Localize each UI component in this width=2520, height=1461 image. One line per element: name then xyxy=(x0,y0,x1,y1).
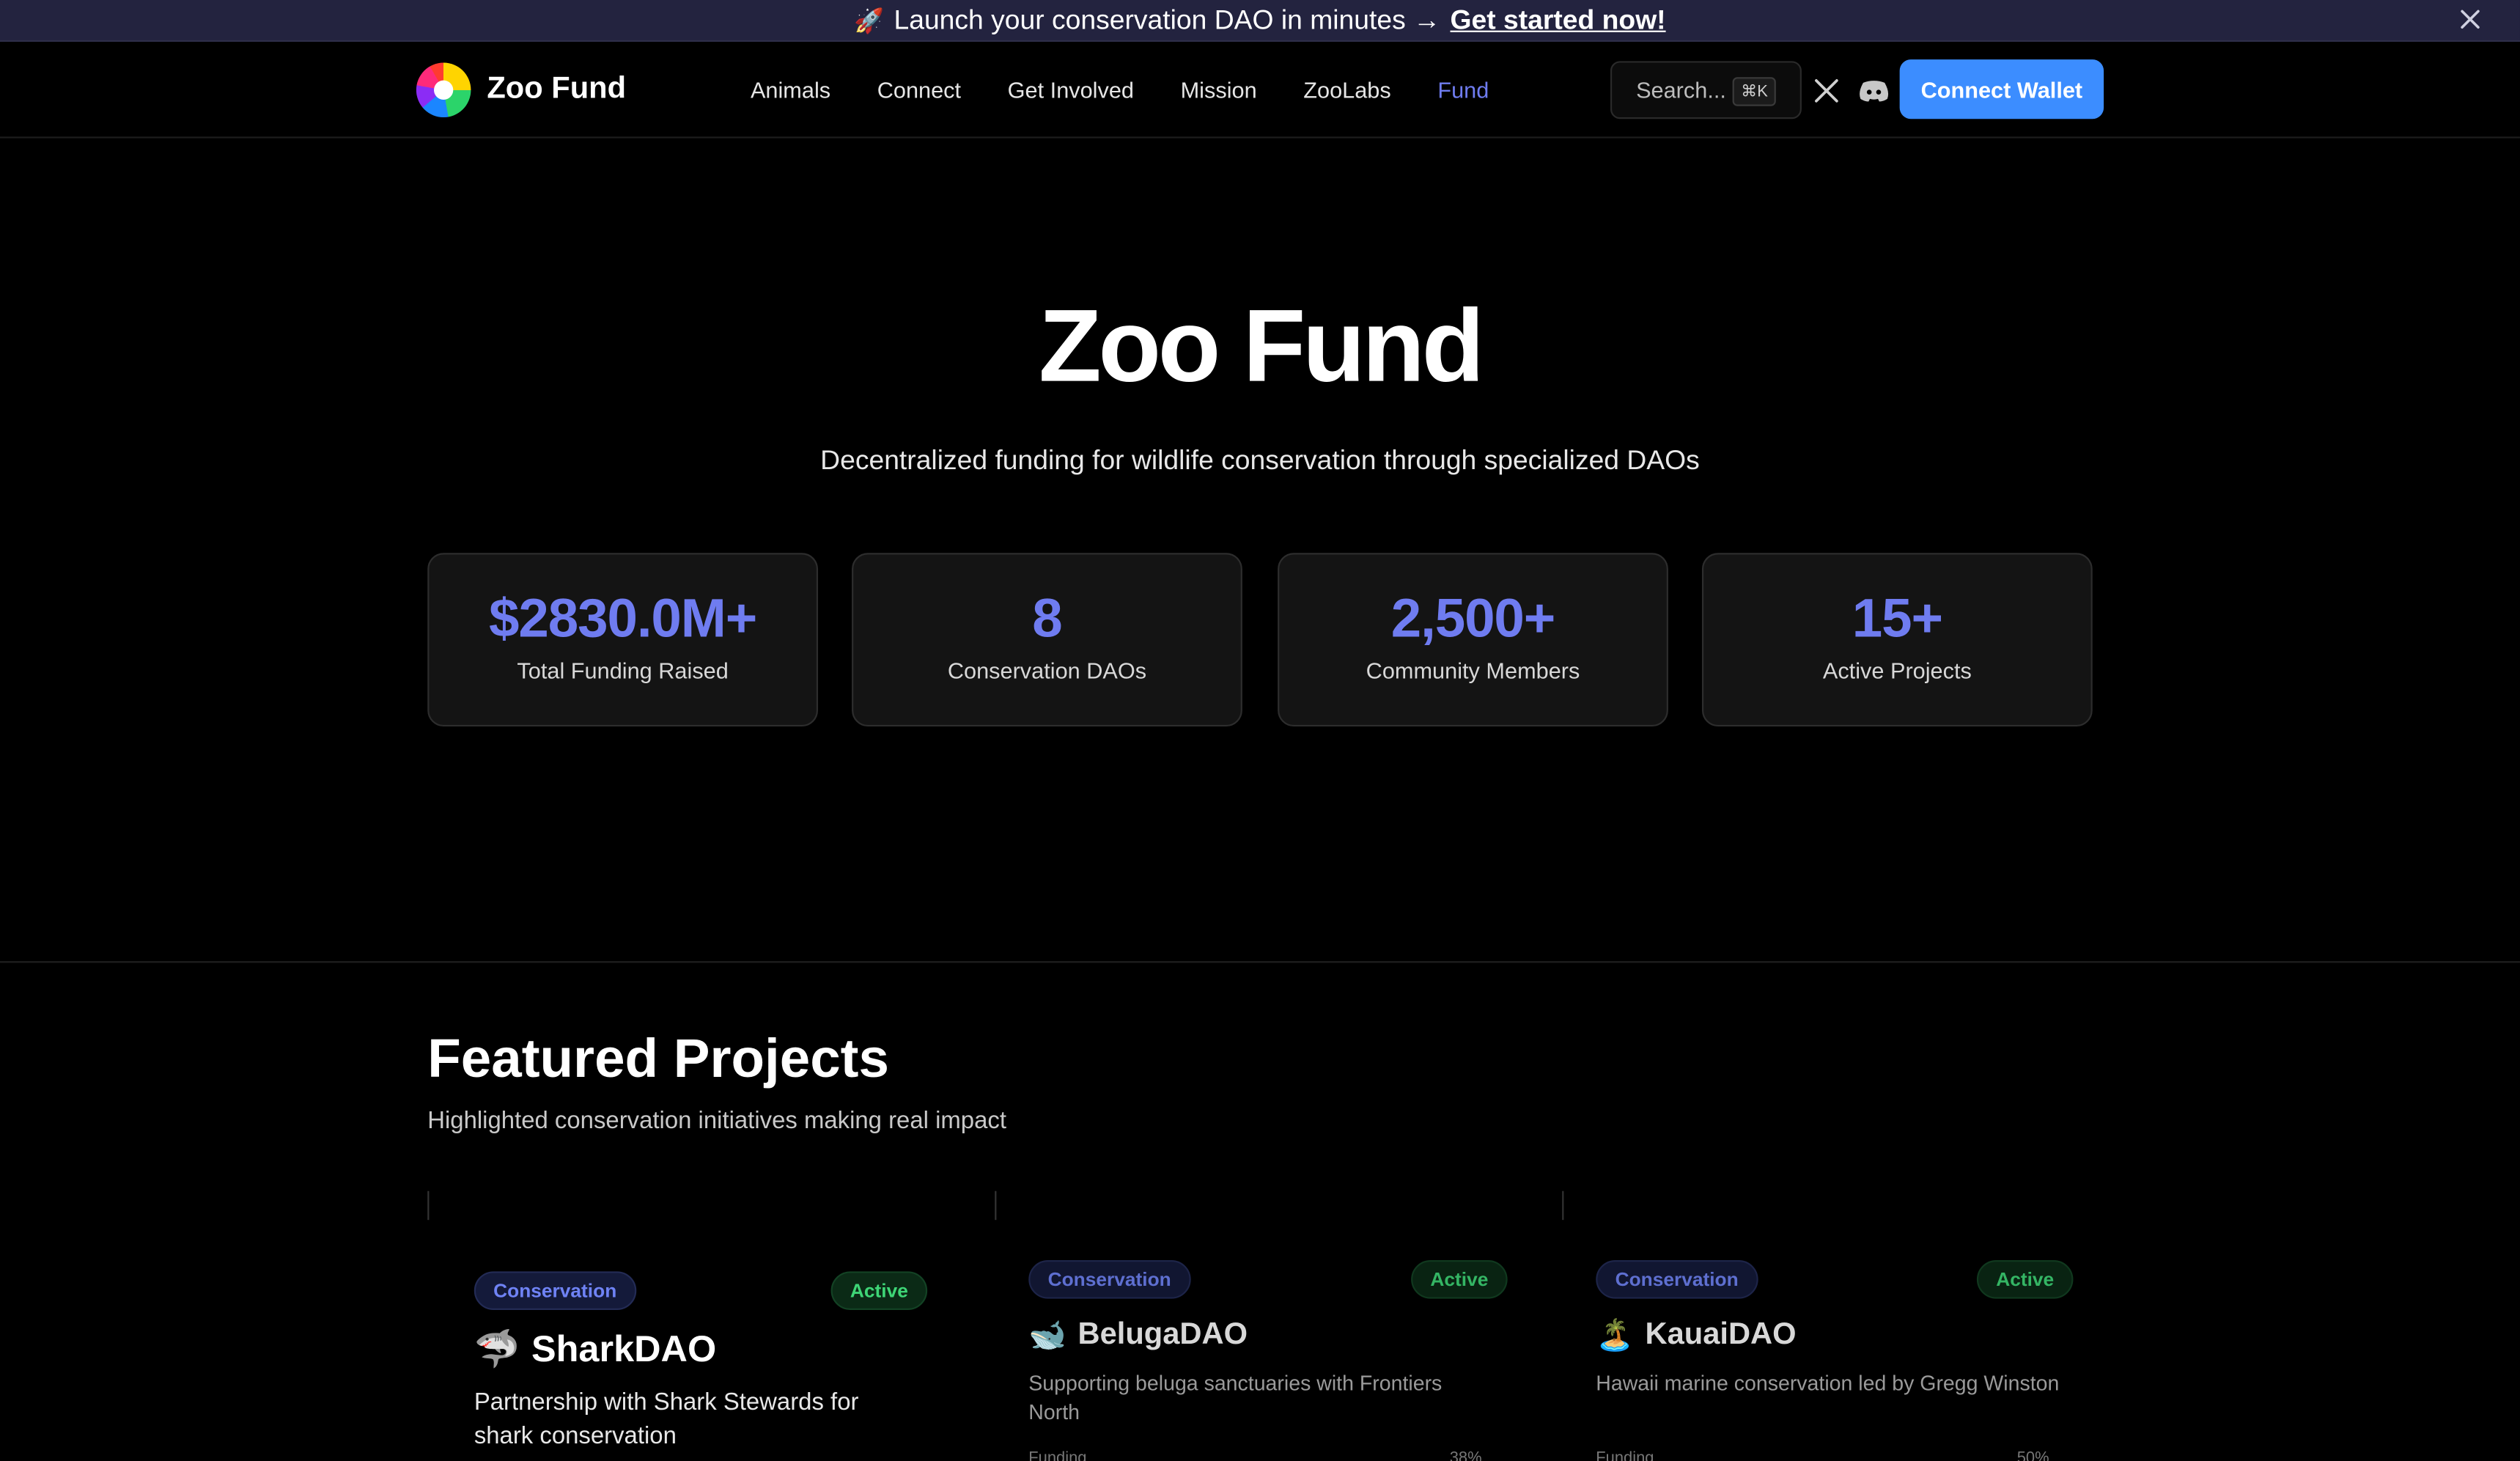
category-badge: Conservation xyxy=(1596,1259,1758,1299)
category-badge: Conservation xyxy=(474,1271,636,1310)
project-title: 🏝️ KauaiDAO xyxy=(1596,1317,1796,1355)
discord-icon[interactable] xyxy=(1858,77,1890,104)
rocket-icon: 🚀 xyxy=(854,7,885,35)
hero-subtitle: Decentralized funding for wildlife conse… xyxy=(820,445,1700,476)
announcement-banner: 🚀 Launch your conservation DAO in minute… xyxy=(0,0,2520,43)
shark-icon: 🦈 xyxy=(474,1328,520,1370)
project-description: Partnership with Shark Stewards for shar… xyxy=(474,1388,859,1450)
stat-card-members: 2,500+ Community Members xyxy=(1278,553,1668,727)
stat-value: 15+ xyxy=(1852,588,1943,649)
zoo-logo-icon xyxy=(416,62,471,118)
progress-label: Funding Progress xyxy=(1596,1449,1654,1461)
nav-link-animals[interactable]: Animals xyxy=(751,77,830,103)
stat-card-daos: 8 Conservation DAOs xyxy=(852,553,1242,727)
whale-icon: 🐋 xyxy=(1028,1320,1067,1354)
stat-value: 2,500+ xyxy=(1390,588,1556,649)
project-name: BelugaDAO xyxy=(1077,1317,1248,1352)
project-name: KauaiDAO xyxy=(1645,1317,1797,1352)
stats-grid: $2830.0M+ Total Funding Raised 8 Conserv… xyxy=(427,553,2093,727)
top-nav: Zoo Fund Animals Connect Get Involved Mi… xyxy=(0,42,2520,139)
project-title: 🐋 BelugaDAO xyxy=(1028,1317,1248,1355)
section-divider xyxy=(0,961,2520,963)
search-shortcut: ⌘K xyxy=(1733,77,1776,106)
stat-label: Conservation DAOs xyxy=(947,657,1147,683)
status-badge: Active xyxy=(1976,1259,2074,1299)
page: 🚀 Launch your conservation DAO in minute… xyxy=(0,0,2520,1461)
nav-link-fund[interactable]: Fund xyxy=(1437,77,1489,103)
nav-link-zoolabs[interactable]: ZooLabs xyxy=(1303,77,1390,103)
card-border xyxy=(1562,1190,1564,1221)
status-badge: Active xyxy=(1411,1259,1508,1299)
nav-link-get-involved[interactable]: Get Involved xyxy=(1008,77,1134,103)
stat-card-funding: $2830.0M+ Total Funding Raised xyxy=(427,553,819,727)
featured-title: Featured Projects xyxy=(427,1028,889,1090)
stat-label: Community Members xyxy=(1366,657,1580,683)
nav-links: Animals Connect Get Involved Mission Zoo… xyxy=(751,42,1536,139)
project-description: Supporting beluga sanctuaries with Front… xyxy=(1028,1371,1443,1425)
project-name: SharkDAO xyxy=(531,1328,717,1370)
category-badge: Conservation xyxy=(1028,1259,1191,1299)
stat-label: Active Projects xyxy=(1822,657,1972,683)
status-badge: Active xyxy=(830,1271,928,1310)
connect-wallet-button[interactable]: Connect Wallet xyxy=(1899,59,2104,119)
brand-logo[interactable]: Zoo Fund xyxy=(416,62,627,118)
page-title: Zoo Fund xyxy=(1039,287,1484,404)
nav-link-connect[interactable]: Connect xyxy=(877,77,961,103)
close-icon[interactable] xyxy=(2455,5,2484,34)
stat-value: 8 xyxy=(1032,588,1063,649)
x-icon[interactable] xyxy=(1813,77,1840,104)
search-placeholder: Search... xyxy=(1636,77,1726,103)
nav-link-mission[interactable]: Mission xyxy=(1181,77,1257,103)
get-started-link[interactable]: Get started now! xyxy=(1451,4,1666,36)
featured-subtitle: Highlighted conservation initiatives mak… xyxy=(427,1107,1006,1135)
project-title: 🦈 SharkDAO xyxy=(474,1328,716,1371)
card-border xyxy=(995,1190,997,1221)
stat-value: $2830.0M+ xyxy=(488,588,757,649)
progress-label: Funding Progress xyxy=(1028,1449,1087,1461)
progress-percent: 38% xyxy=(1449,1449,1482,1461)
stat-label: Total Funding Raised xyxy=(517,657,729,683)
search-button[interactable]: Search... ⌘K xyxy=(1610,61,1802,119)
stat-card-projects: 15+ Active Projects xyxy=(1701,553,2093,727)
brand-name: Zoo Fund xyxy=(487,72,627,106)
project-description: Hawaii marine conservation led by Gregg … xyxy=(1596,1371,2060,1396)
banner-text: Launch your conservation DAO in minutes … xyxy=(894,4,1441,35)
island-icon: 🏝️ xyxy=(1596,1320,1635,1354)
progress-percent: 50% xyxy=(2016,1449,2049,1461)
card-border xyxy=(427,1190,430,1221)
